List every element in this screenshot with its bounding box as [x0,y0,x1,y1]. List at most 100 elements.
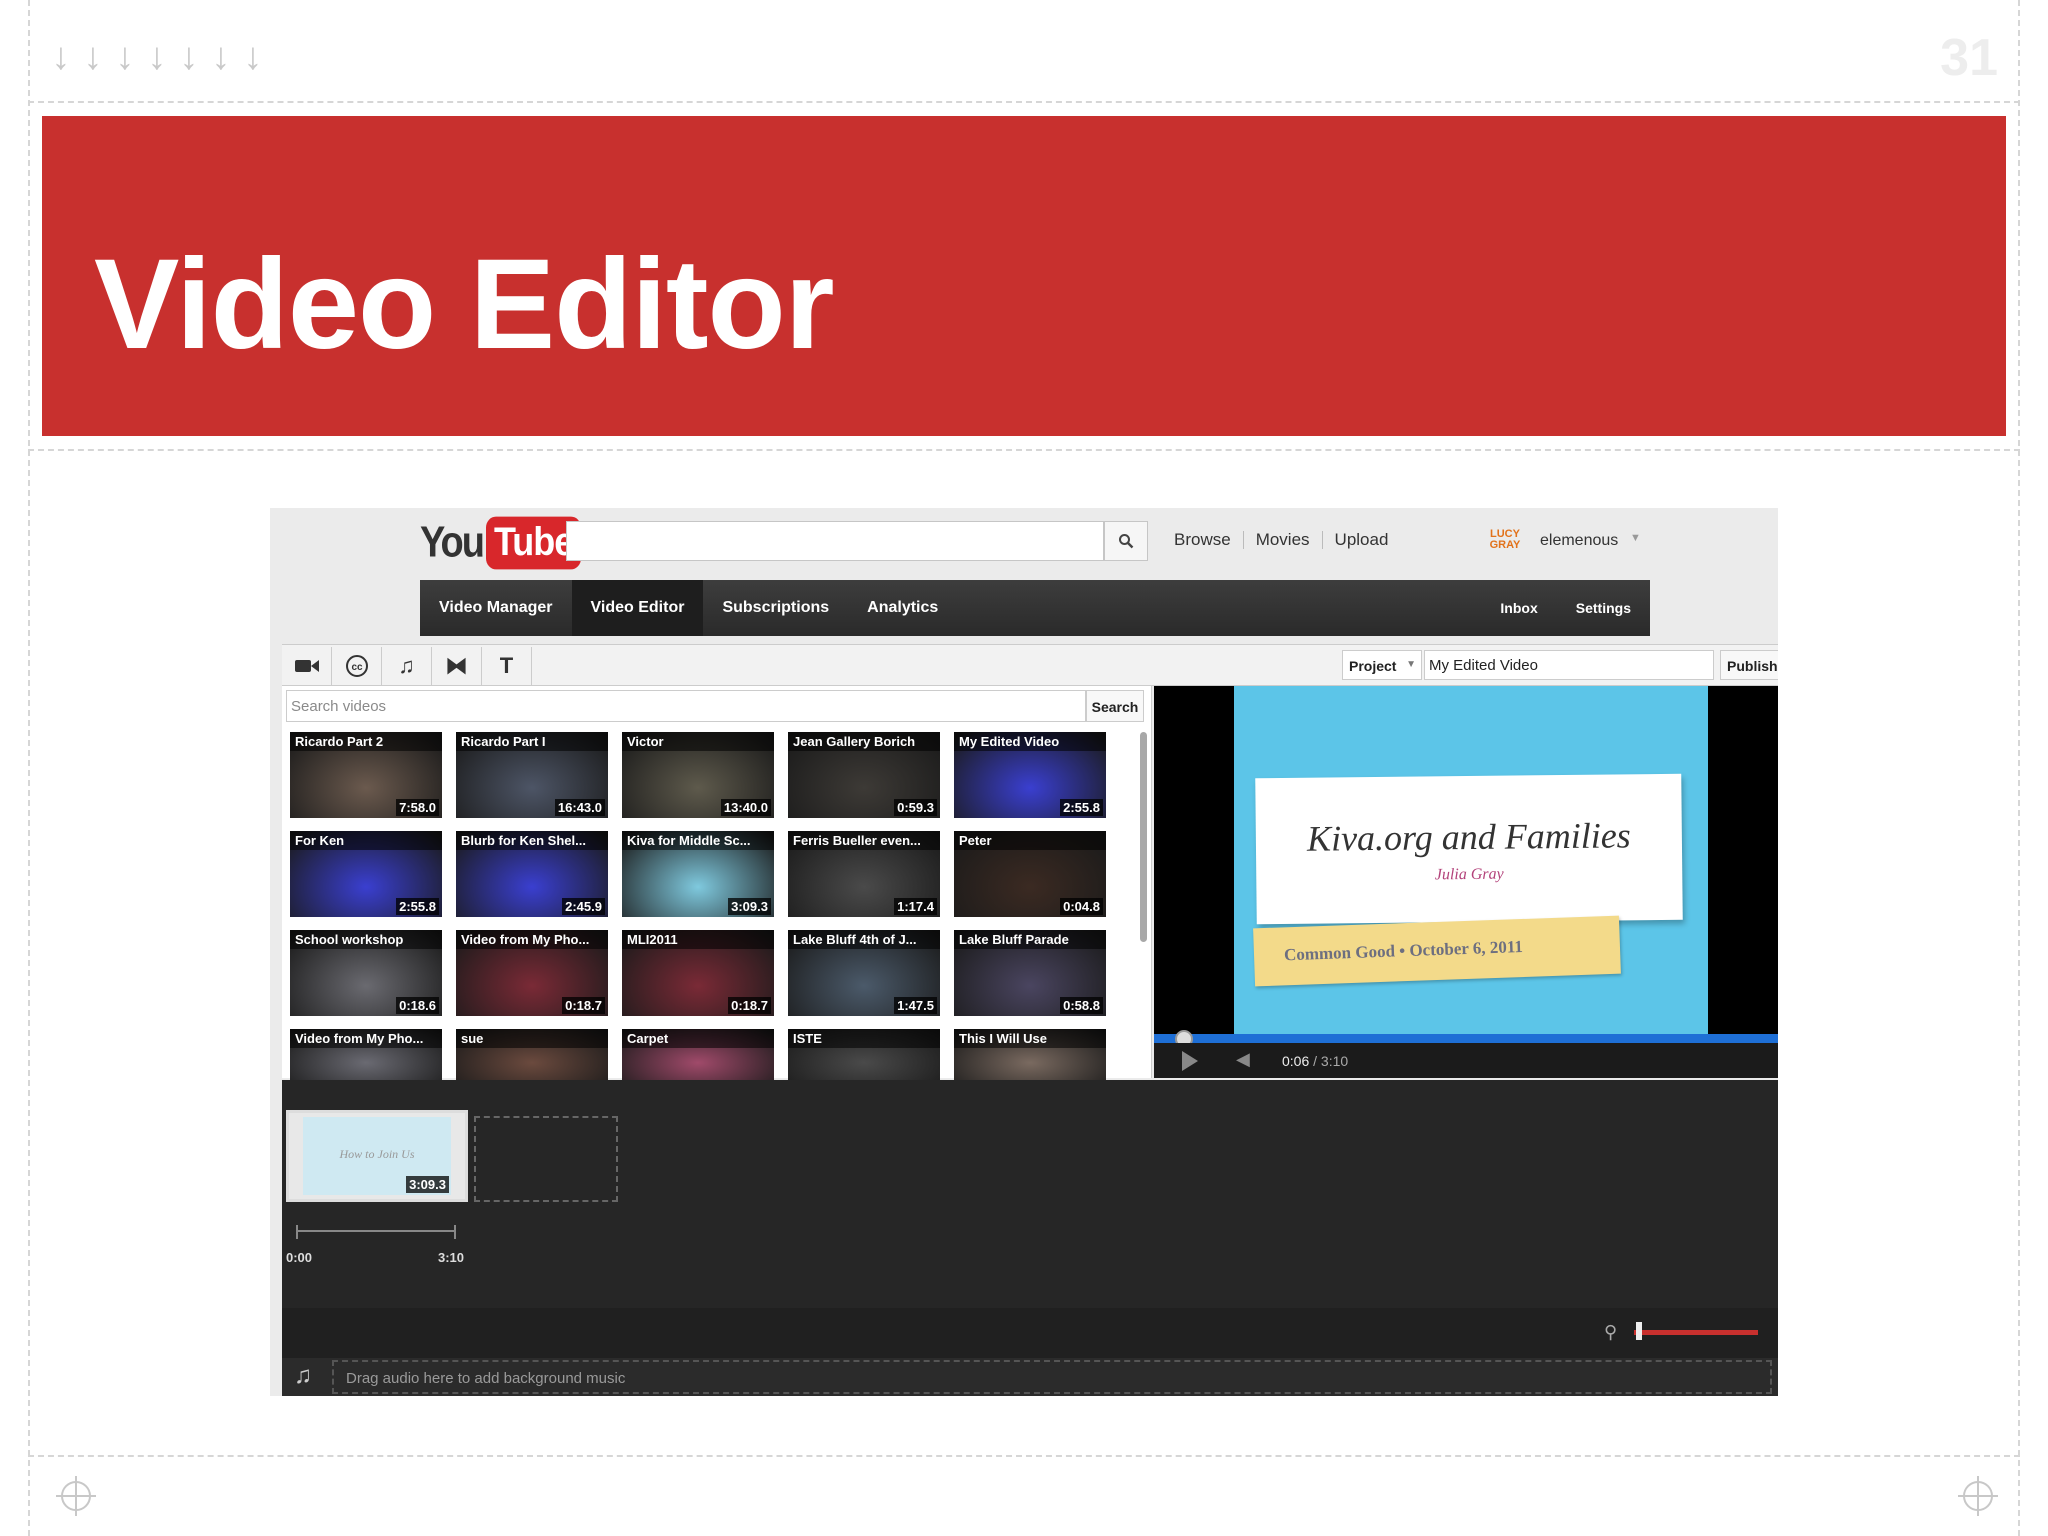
video-title: ISTE [788,1029,940,1048]
video-title: My Edited Video [954,732,1106,751]
video-title: Lake Bluff Parade [954,930,1106,949]
video-thumbnail[interactable]: sue [456,1029,608,1081]
video-title: Ricardo Part I [456,732,608,751]
video-library: Search videos Search Ricardo Part 2 7:58.… [282,686,1152,1081]
timeline: How to Join Us 3:09.3 0:00 3:10 ⚲ ♫ Drag… [282,1080,1778,1396]
timeline-clip[interactable]: How to Join Us 3:09.3 [286,1110,468,1202]
video-duration: 1:17.4 [894,898,937,915]
closed-caption-icon[interactable]: cc [332,647,382,685]
search-button[interactable] [1104,521,1148,561]
video-camera-icon[interactable] [282,647,332,685]
music-note-icon[interactable]: ♫ [382,647,432,685]
video-thumbnail[interactable]: Blurb for Ken Shel... 2:45.9 [456,831,608,917]
arrow-down-icon: ↓ [179,36,199,78]
video-editor-screenshot: You Tube Browse Movies Upload LUCY GRAY … [270,508,1778,1396]
video-title: Victor [622,732,774,751]
publish-button[interactable]: Publish [1720,650,1778,680]
project-dropdown[interactable]: Project ▼ [1342,650,1422,680]
video-player: Kiva.org and Families Julia Gray Common … [1154,686,1778,1078]
video-thumbnail[interactable]: Peter 0:04.8 [954,831,1106,917]
video-thumbnail[interactable]: Victor 13:40.0 [622,732,774,818]
movies-link[interactable]: Movies [1256,530,1310,550]
play-icon[interactable] [1182,1051,1198,1071]
video-duration: 0:04.8 [1060,898,1103,915]
video-thumbnail[interactable]: Jean Gallery Borich 0:59.3 [788,732,940,818]
crosshair-icon [1956,1474,2000,1518]
video-duration: 3:09.3 [728,898,771,915]
video-thumbnail[interactable]: Ricardo Part I 16:43.0 [456,732,608,818]
video-title: Carpet [622,1029,774,1048]
username[interactable]: elemenous [1540,532,1618,550]
video-title: Peter [954,831,1106,850]
video-duration: 0:18.7 [562,997,605,1014]
video-duration: 0:58.8 [1060,997,1103,1014]
title-banner: Video Editor [42,116,2006,436]
main-nav: Video Manager Video Editor Subscriptions… [420,580,1650,636]
text-icon[interactable]: T [482,647,532,685]
video-thumbnail[interactable]: Lake Bluff Parade 0:58.8 [954,930,1106,1016]
video-thumbnail[interactable]: Kiva for Middle Sc... 3:09.3 [622,831,774,917]
arrow-down-icon: ↓ [115,36,135,78]
scrollbar[interactable] [1140,732,1147,942]
video-frame[interactable]: Kiva.org and Families Julia Gray Common … [1234,686,1708,1034]
clip-duration: 3:09.3 [406,1176,449,1193]
settings-link[interactable]: Settings [1557,580,1650,636]
video-duration: 0:59.3 [894,799,937,816]
video-thumbnail[interactable]: Lake Bluff 4th of J... 1:47.5 [788,930,940,1016]
chevron-down-icon[interactable]: ▼ [1630,532,1641,544]
video-title: MLI2011 [622,930,774,949]
video-thumbnail[interactable]: My Edited Video 2:55.8 [954,732,1106,818]
video-duration: 0:18.6 [396,997,439,1014]
chevron-down-icon: ▼ [1406,659,1416,670]
youtube-logo[interactable]: You Tube [420,516,582,570]
audio-drop-zone[interactable]: Drag audio here to add background music [332,1360,1772,1394]
svg-text:cc: cc [351,662,363,673]
zoom-bar: ⚲ [282,1308,1778,1358]
tab-analytics[interactable]: Analytics [848,580,957,636]
search-videos-input[interactable]: Search videos [286,690,1086,722]
tab-video-manager[interactable]: Video Manager [420,580,572,636]
volume-icon[interactable]: ◀ [1236,1049,1250,1070]
video-title: School workshop [290,930,442,949]
video-thumbnail[interactable]: Video from My Pho... [290,1029,442,1081]
clip-drop-zone[interactable] [474,1116,618,1202]
project-name-field[interactable]: My Edited Video [1424,650,1714,680]
arrow-down-icon: ↓ [243,36,263,78]
frame-left-line [28,0,30,1536]
player-controls: ◀ 0:06 / 3:10 [1154,1043,1778,1078]
upload-link[interactable]: Upload [1335,530,1389,550]
video-thumbnail[interactable]: School workshop 0:18.6 [290,930,442,1016]
title-card: Kiva.org and Families Julia Gray [1255,773,1683,925]
video-thumbnail[interactable]: MLI2011 0:18.7 [622,930,774,1016]
arrow-down-icon: ↓ [147,36,167,78]
browse-link[interactable]: Browse [1174,530,1231,550]
video-duration: 1:47.5 [894,997,937,1014]
audio-track: ♫ Drag audio here to add background musi… [282,1358,1778,1396]
ruler-end-label: 3:10 [438,1250,465,1265]
video-thumbnail[interactable]: Carpet [622,1029,774,1081]
progress-bar[interactable] [1154,1034,1778,1043]
transition-icon[interactable]: ⧓ [432,647,482,685]
video-title: Ricardo Part 2 [290,732,442,751]
slide-number: 31 [1940,29,1998,87]
video-thumbnail[interactable]: Video from My Pho... 0:18.7 [456,930,608,1016]
video-title: sue [456,1029,608,1048]
frame-mid-line [28,449,2020,451]
video-thumbnail[interactable]: Ricardo Part 2 7:58.0 [290,732,442,818]
video-thumbnail[interactable]: ISTE [788,1029,940,1081]
avatar[interactable]: LUCY GRAY [1488,524,1522,558]
slide-title: Video Editor [94,233,834,376]
search-videos-button[interactable]: Search [1086,690,1144,722]
inbox-link[interactable]: Inbox [1481,580,1556,636]
top-links: Browse Movies Upload [1174,530,1388,550]
video-thumbnail[interactable]: Ferris Bueller even... 1:17.4 [788,831,940,917]
video-title: Kiva for Middle Sc... [622,831,774,850]
zoom-slider[interactable] [1634,1330,1758,1335]
tab-video-editor[interactable]: Video Editor [571,580,704,636]
zoom-handle[interactable] [1636,1322,1642,1340]
tab-subscriptions[interactable]: Subscriptions [703,580,848,636]
video-thumbnail[interactable]: This I Will Use [954,1029,1106,1081]
youtube-search-input[interactable] [566,521,1104,561]
video-title: Jean Gallery Borich [788,732,940,751]
video-thumbnail[interactable]: For Ken 2:55.8 [290,831,442,917]
